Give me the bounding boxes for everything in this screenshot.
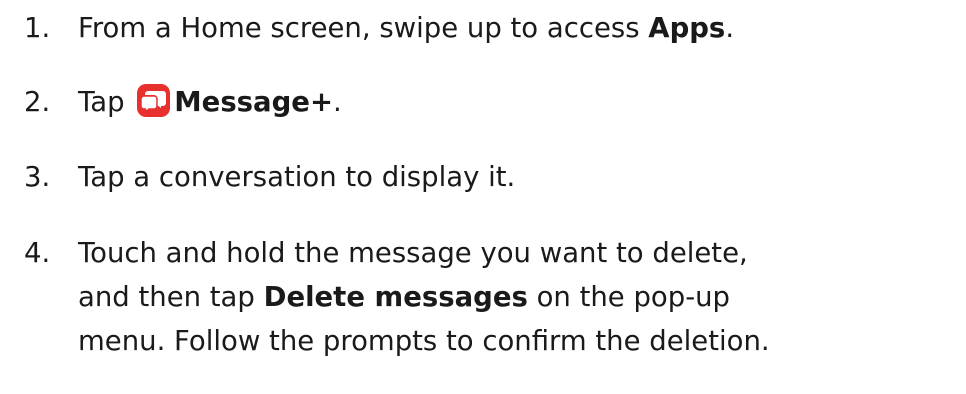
step-text-part: Touch and hold the message you want to d… bbox=[78, 237, 748, 269]
message-plus-label: Message+ bbox=[174, 86, 333, 118]
step-text: Tap a conversation to display it. bbox=[78, 161, 516, 193]
step-1: 1. From a Home screen, swipe up to acces… bbox=[24, 6, 734, 50]
step-number: 4. bbox=[24, 237, 51, 269]
step-text-part: From a Home screen, swipe up to access bbox=[78, 12, 649, 44]
apps-label: Apps bbox=[648, 12, 726, 44]
step-2: 2. Tap Message+. bbox=[24, 80, 342, 124]
step-line: Touch and hold the message you want to d… bbox=[78, 231, 770, 275]
step-number: 2. bbox=[24, 86, 51, 118]
step-number: 3. bbox=[24, 161, 51, 193]
step-text: Touch and hold the message you want to d… bbox=[78, 231, 770, 363]
step-text-part: . bbox=[725, 12, 735, 44]
message-plus-app-icon bbox=[137, 84, 171, 117]
step-4: 4. Touch and hold the message you want t… bbox=[24, 231, 770, 363]
step-text-part: on the pop-up bbox=[527, 281, 731, 313]
step-line: and then tap Delete messages on the pop-… bbox=[78, 275, 770, 319]
delete-messages-label: Delete messages bbox=[263, 281, 528, 313]
step-text: Tap Message+. bbox=[78, 80, 342, 124]
step-text-part: and then tap bbox=[78, 281, 264, 313]
step-text-part: . bbox=[333, 86, 342, 118]
step-number: 1. bbox=[24, 12, 51, 44]
step-line: menu. Follow the prompts to confirm the … bbox=[78, 319, 770, 363]
step-text-part: Tap bbox=[78, 86, 134, 118]
step-text: From a Home screen, swipe up to access A… bbox=[78, 6, 734, 50]
step-3: 3. Tap a conversation to display it. bbox=[24, 155, 515, 199]
step-text-part: menu. Follow the prompts to confirm the … bbox=[78, 325, 770, 357]
